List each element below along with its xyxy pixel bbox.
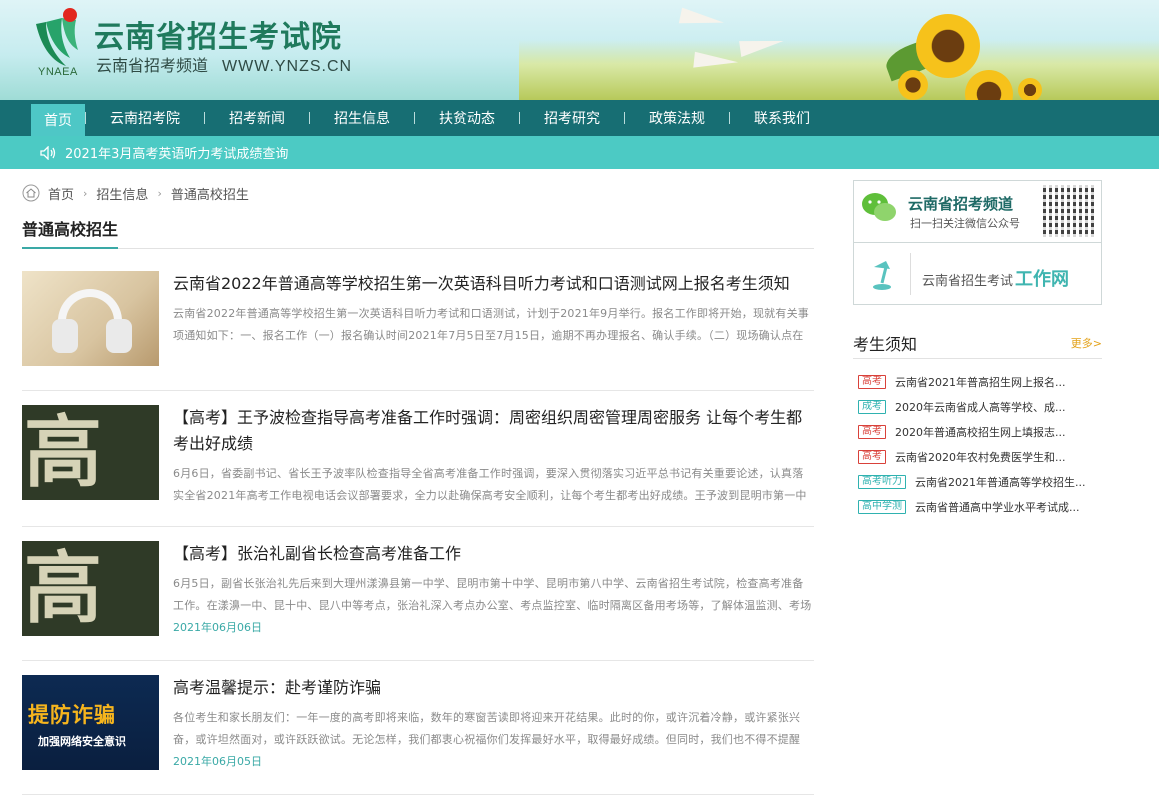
article-date: 2021年06月06日: [173, 621, 262, 634]
nav-item-7[interactable]: 联系我们: [730, 100, 834, 136]
article-thumbnail[interactable]: [22, 271, 159, 366]
category-tag: 高中学测: [858, 499, 906, 514]
article-item[interactable]: 云南省2022年普通高等学校招生第一次英语科目听力考试和口语测试网上报名考生须知…: [22, 271, 814, 391]
site-subtitle: 云南省招考频道 WWW.YNZS.CN: [96, 52, 352, 76]
nav-item-1[interactable]: 云南招考院: [86, 100, 204, 136]
nav-item-5[interactable]: 招考研究: [520, 100, 624, 136]
site-banner: YNAEA 云南省招生考试院 云南省招考频道 WWW.YNZS.CN: [0, 0, 1159, 100]
nav-item-4[interactable]: 扶贫动态: [415, 100, 519, 136]
thumbnail-text: 高考: [24, 543, 102, 636]
article-item[interactable]: 提防诈骗 加强网络安全意识 高考温馨提示：赴考谨防诈骗 各位考生和家长朋友们：一…: [22, 675, 814, 795]
work-site-promo[interactable]: 云南省招生考试 工作网: [854, 243, 1101, 305]
site-url: WWW.YNZS.CN: [222, 58, 353, 75]
notice-bar: 2021年3月高考英语听力考试成绩查询: [0, 136, 1159, 169]
notice-list-text[interactable]: 云南省2021年普通高等学校招生...: [915, 474, 1085, 490]
notice-list-text[interactable]: 云南省普通高中学业水平考试成...: [915, 499, 1080, 515]
more-link[interactable]: 更多>: [1071, 335, 1102, 351]
article-item[interactable]: 高考 【高考】张治礼副省长检查高考准备工作 6月5日，副省长张治礼先后来到大理州…: [22, 541, 814, 661]
notice-list-text[interactable]: 2020年普通高校招生网上填报志...: [895, 424, 1065, 440]
category-tag: 高考: [858, 449, 886, 464]
sidebar: 云南省招考频道 扫一扫关注微信公众号 云南省招生考试 工作网 考生须知 更多> 高…: [853, 180, 1102, 519]
notice-list-item[interactable]: 高考 云南省2021年普高招生网上报名...: [853, 369, 1102, 394]
article-summary: 云南省2022年普通高等学校招生第一次英语科目听力考试和口语测试，计划于2021…: [173, 307, 809, 342]
home-icon[interactable]: [22, 184, 40, 202]
sunflower-icon: [916, 14, 980, 78]
category-tag: 成考: [858, 399, 886, 414]
notice-list-text[interactable]: 2020年云南省成人高等学校、成...: [895, 399, 1065, 415]
wechat-title: 云南省招考频道: [908, 195, 1014, 213]
article-thumbnail[interactable]: 高考: [22, 541, 159, 636]
category-tag: 高考听力: [858, 474, 906, 489]
notice-list-header: 考生须知 更多>: [853, 327, 1102, 359]
notice-list-title: 考生须知: [853, 334, 918, 354]
thumbnail-title: 提防诈骗: [28, 703, 116, 727]
headphones-cup-left: [52, 319, 78, 353]
article-thumbnail[interactable]: 高考: [22, 405, 159, 500]
article-summary: 6月5日，副省长张治礼先后来到大理州漾濞县第一中学、昆明市第十中学、昆明市第八中…: [173, 577, 812, 612]
chevron-right-icon: ›: [157, 186, 162, 200]
nav-item-2[interactable]: 招考新闻: [205, 100, 309, 136]
promo-box: 云南省招考频道 扫一扫关注微信公众号 云南省招生考试 工作网: [853, 180, 1102, 305]
banner-field: [519, 40, 1159, 100]
notice-list-item[interactable]: 成考 2020年云南省成人高等学校、成...: [853, 394, 1102, 419]
article-summary: 6月6日，省委副书记、省长王予波率队检查指导全省高考准备工作时强调，要深入贯彻落…: [173, 467, 807, 502]
section-title: 普通高校招生: [22, 216, 814, 249]
qr-code-icon[interactable]: [1043, 185, 1095, 237]
breadcrumb-category[interactable]: 招生信息: [96, 184, 148, 203]
thumbnail-text: 高考: [24, 407, 102, 500]
notice-list-item[interactable]: 高考 2020年普通高校招生网上填报志...: [853, 419, 1102, 444]
notice-list-item[interactable]: 高考听力 云南省2021年普通高等学校招生...: [853, 469, 1102, 494]
article-title[interactable]: 【高考】王予波检查指导高考准备工作时强调：周密组织周密管理周密服务 让每个考生都…: [173, 405, 814, 457]
logo-abbr: YNAEA: [38, 66, 78, 78]
notice-link[interactable]: 2021年3月高考英语听力考试成绩查询: [65, 143, 288, 162]
wechat-promo[interactable]: 云南省招考频道 扫一扫关注微信公众号: [854, 181, 1101, 243]
paper-plane-icon: [678, 7, 726, 33]
notice-list-item[interactable]: 高中学测 云南省普通高中学业水平考试成...: [853, 494, 1102, 519]
lamp-icon: [873, 261, 891, 290]
breadcrumb: 首页 › 招生信息 › 普通高校招生: [22, 180, 814, 206]
site-subtitle-text: 云南省招考频道: [96, 56, 209, 75]
thumbnail-subtitle: 加强网络安全意识: [38, 735, 126, 748]
notice-list-text[interactable]: 云南省2021年普高招生网上报名...: [895, 374, 1065, 390]
notice-list-item[interactable]: 高考 云南省2020年农村免费医学生和...: [853, 444, 1102, 469]
main-content: 首页 › 招生信息 › 普通高校招生 普通高校招生 云南省2022年普通高等学校…: [22, 180, 814, 795]
notice-list-text[interactable]: 云南省2020年农村免费医学生和...: [895, 449, 1065, 465]
wechat-icon: [862, 193, 896, 221]
article-date: 2021年06月05日: [173, 755, 262, 768]
work-site-title: 云南省招生考试 工作网: [922, 265, 1069, 291]
article-thumbnail[interactable]: 提防诈骗 加强网络安全意识: [22, 675, 159, 770]
work-site-prefix: 云南省招生考试: [922, 274, 1014, 289]
speaker-icon: [40, 145, 56, 160]
article-title[interactable]: 云南省2022年普通高等学校招生第一次英语科目听力考试和口语测试网上报名考生须知: [173, 271, 814, 297]
category-tag: 高考: [858, 424, 886, 439]
article-title[interactable]: 高考温馨提示：赴考谨防诈骗: [173, 675, 814, 701]
section-title-text: 普通高校招生: [22, 216, 119, 249]
breadcrumb-home[interactable]: 首页: [48, 184, 74, 203]
article-title[interactable]: 【高考】张治礼副省长检查高考准备工作: [173, 541, 814, 567]
divider: [910, 253, 911, 295]
nav-item-0[interactable]: 首页: [31, 104, 85, 136]
logo-icon[interactable]: [32, 6, 86, 68]
work-site-suffix: 工作网: [1015, 269, 1070, 290]
article-item[interactable]: 高考 【高考】王予波检查指导高考准备工作时强调：周密组织周密管理周密服务 让每个…: [22, 405, 814, 527]
wechat-subtitle: 扫一扫关注微信公众号: [910, 217, 1020, 230]
chevron-right-icon: ›: [83, 186, 88, 200]
site-title[interactable]: 云南省招生考试院: [94, 12, 342, 56]
breadcrumb-current[interactable]: 普通高校招生: [171, 184, 249, 203]
nav-item-6[interactable]: 政策法规: [625, 100, 729, 136]
nav-item-3[interactable]: 招生信息: [310, 100, 414, 136]
category-tag: 高考: [858, 374, 886, 389]
article-summary: 各位考生和家长朋友们：一年一度的高考即将来临，数年的寒窗苦读即将迎来开花结果。此…: [173, 711, 801, 746]
headphones-cup-right: [106, 319, 132, 353]
sunflower-icon: [1018, 78, 1042, 100]
notice-list: 高考 云南省2021年普高招生网上报名... 成考 2020年云南省成人高等学校、成.…: [853, 369, 1102, 519]
sunflower-icon: [898, 70, 928, 100]
main-nav: 首页 云南招考院 招考新闻 招生信息 扶贫动态 招考研究 政策法规 联系我们: [0, 100, 1159, 136]
